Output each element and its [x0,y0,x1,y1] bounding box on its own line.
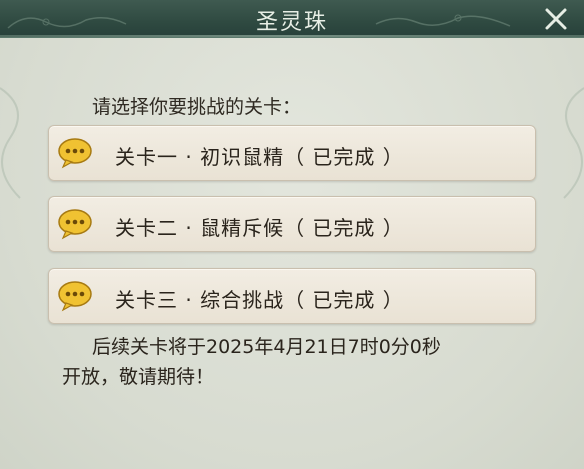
close-icon[interactable] [542,5,570,33]
speech-bubble-icon [58,281,92,312]
stage-label: 关卡二 · 鼠精斥候（ 已完成 ） [115,216,404,240]
stage-button-2[interactable]: 关卡二 · 鼠精斥候（ 已完成 ） [48,196,536,252]
upcoming-notice: 后续关卡将于2025年4月21日7时0分0秒 开放，敬请期待！ [62,332,542,392]
notice-line-2: 开放，敬请期待！ [62,366,215,388]
cloud-ornament-icon [563,87,584,199]
stage-button-1[interactable]: 关卡一 · 初识鼠精（ 已完成 ） [48,125,536,181]
stage-label: 关卡一 · 初识鼠精（ 已完成 ） [115,145,404,169]
title-bar: 圣灵珠 [0,0,584,38]
stage-label: 关卡三 · 综合挑战（ 已完成 ） [115,288,404,312]
stage-select-prompt: 请选择你要挑战的关卡： [92,96,302,118]
window-title: 圣灵珠 [255,10,328,35]
stage-button-3[interactable]: 关卡三 · 综合挑战（ 已完成 ） [48,268,536,324]
notice-line-1: 后续关卡将于2025年4月21日7时0分0秒 [92,336,441,358]
speech-bubble-icon [58,209,92,240]
speech-bubble-icon [58,138,92,169]
cloud-ornament-icon [0,87,21,199]
